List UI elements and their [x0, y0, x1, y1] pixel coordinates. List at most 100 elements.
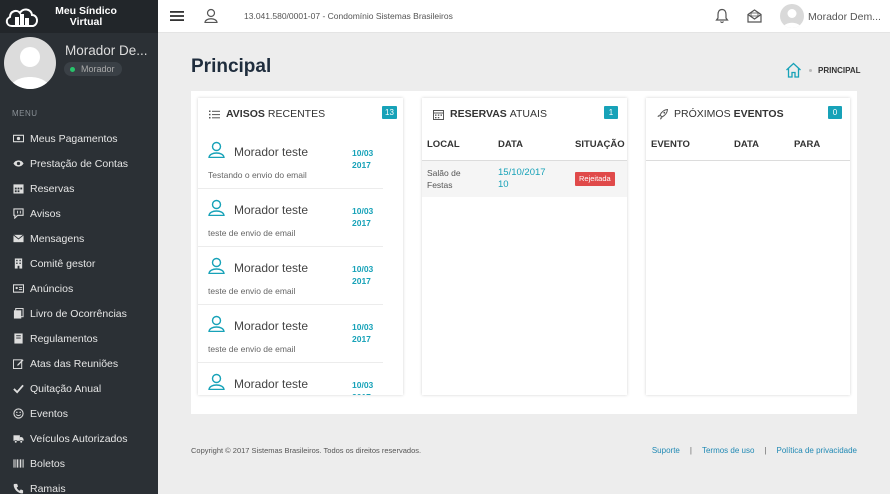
eventos-table: EVENTO DATA PARA [646, 130, 850, 161]
breadcrumb-separator [809, 68, 812, 72]
building-icon [12, 258, 25, 270]
calendar-icon [12, 183, 25, 195]
user-menu-name[interactable]: Morador Dem... [808, 11, 881, 23]
column-header-situacao[interactable]: SITUAÇÃO [570, 130, 627, 161]
sidebar-item-livro-de-ocorrencias[interactable]: Livro de Ocorrências [0, 301, 158, 326]
avatar[interactable] [4, 37, 56, 89]
reservas-title-bold: RESERVAS [450, 108, 507, 120]
calendar-icon [433, 109, 444, 120]
dashboard-panel: AVISOS RECENTES 13 Morador teste 10/03 20… [191, 91, 857, 414]
column-header-data[interactable]: DATA [729, 130, 789, 161]
column-header-data[interactable]: DATA [493, 130, 570, 161]
menu-title: MENU [12, 109, 38, 118]
sidebar-item-veiculos-autorizados[interactable]: Veículos Autorizados [0, 426, 158, 451]
user-silhouette-icon [10, 47, 50, 89]
check-icon [12, 383, 25, 395]
eventos-card: PRÓXIMOS EVENTOS 0 EVENTO DATA PARA [646, 98, 850, 395]
sidebar-item-anuncios[interactable]: Anúncios [0, 276, 158, 301]
sidebar-item-boletos[interactable]: Boletos [0, 451, 158, 476]
sidebar-item-mensagens[interactable]: Mensagens [0, 226, 158, 251]
sidebar-item-label: Mensagens [30, 232, 85, 245]
terms-link[interactable]: Termos de uso [702, 446, 754, 455]
column-header-local[interactable]: LOCAL [422, 130, 493, 161]
list-item[interactable]: Morador teste 10/03 2017 teste de envio d… [198, 305, 383, 363]
sidebar-item-label: Anúncios [30, 282, 74, 295]
sidebar-item-atas-das-reunioes[interactable]: Atas das Reuniões [0, 351, 158, 376]
column-header-evento[interactable]: EVENTO [646, 130, 729, 161]
sidebar-item-meus-pagamentos[interactable]: Meus Pagamentos [0, 126, 158, 151]
aviso-body: teste de envio de email [208, 344, 296, 354]
bell-icon[interactable] [715, 8, 729, 24]
brand[interactable]: Meu Síndico Virtual [0, 0, 158, 33]
eventos-title-bold: EVENTOS [733, 108, 784, 120]
avisos-count-badge: 13 [382, 106, 397, 119]
sidebar-item-quitacao-anual[interactable]: Quitação Anual [0, 376, 158, 401]
aviso-date: 10/03 2017 [352, 379, 382, 395]
home-icon[interactable] [785, 62, 802, 78]
aviso-date-year: 2017 [352, 276, 371, 286]
aviso-date-day: 10/03 [352, 264, 374, 274]
reservas-card: RESERVAS ATUAIS 1 LOCAL DATA SITUAÇÃO Sa… [422, 98, 627, 395]
aviso-date-year: 2017 [352, 334, 371, 344]
aviso-title: Morador teste [234, 203, 309, 217]
topbar: 13.041.580/0001-07 - Condomínio Sistemas… [158, 0, 890, 33]
envelope-icon [12, 233, 25, 245]
user-outline-icon [208, 315, 225, 332]
footer-copyright: Copyright © 2017 Sistemas Brasileiros. T… [191, 446, 422, 455]
sidebar-item-comite-gestor[interactable]: Comitê gestor [0, 251, 158, 276]
sidebar-item-label: Eventos [30, 407, 68, 420]
profile-role: Morador [81, 64, 115, 74]
sidebar-item-reservas[interactable]: Reservas [0, 176, 158, 201]
envelope-open-icon[interactable] [747, 9, 762, 23]
condominium-name[interactable]: 13.041.580/0001-07 - Condomínio Sistemas… [244, 11, 453, 21]
reservas-title-rest: ATUAIS [509, 108, 547, 120]
sidebar-item-label: Meus Pagamentos [30, 132, 118, 145]
sidebar-item-prestacao-de-contas[interactable]: Prestação de Contas [0, 151, 158, 176]
list-item[interactable]: Morador teste 10/03 2017 teste de envio d… [198, 189, 383, 247]
eventos-title-pre: PRÓXIMOS [674, 108, 731, 120]
list-item[interactable]: Morador teste 10/03 2017 [198, 363, 383, 395]
sidebar: Meu Síndico Virtual Morador De... Morado… [0, 0, 158, 494]
avisos-title-rest: RECENTES [267, 108, 326, 120]
reserva-local: Salão de Festas [422, 160, 493, 197]
profile-name: Morador De... [65, 43, 148, 58]
aviso-date: 10/03 2017 [352, 321, 382, 345]
breadcrumb-current: PRINCIPAL [818, 65, 861, 75]
sidebar-item-ramais[interactable]: Ramais [0, 476, 158, 494]
reserva-situacao-cell: Rejeitada [570, 160, 627, 197]
book-icon [12, 333, 25, 345]
list-item[interactable]: Morador teste 10/03 2017 teste de envio d… [198, 247, 383, 305]
column-header-para[interactable]: PARA [789, 130, 850, 161]
user-outline-icon[interactable] [204, 8, 218, 23]
reservas-table: LOCAL DATA SITUAÇÃO Salão de Festas 15/1… [422, 130, 627, 197]
hamburger-menu-icon[interactable] [170, 10, 184, 22]
user-outline-icon [208, 257, 225, 274]
aviso-title: Morador teste [234, 377, 309, 391]
sidebar-item-eventos[interactable]: Eventos [0, 401, 158, 426]
aviso-date-day: 10/03 [352, 380, 374, 390]
avisos-header: AVISOS RECENTES 13 [198, 98, 403, 130]
aviso-title: Morador teste [234, 319, 309, 333]
sidebar-item-label: Atas das Reuniões [30, 357, 119, 370]
sidebar-item-avisos[interactable]: Avisos [0, 201, 158, 226]
aviso-title: Morador teste [234, 261, 309, 275]
eventos-header: PRÓXIMOS EVENTOS 0 [646, 98, 850, 130]
footer-separator: | [764, 446, 767, 455]
reservas-count-badge: 1 [604, 106, 618, 119]
sidebar-item-label: Ramais [30, 482, 66, 494]
aviso-date-day: 10/03 [352, 148, 374, 158]
eventos-count-badge: 0 [828, 106, 842, 119]
aviso-body: teste de envio de email [208, 286, 296, 296]
sidebar-item-regulamentos[interactable]: Regulamentos [0, 326, 158, 351]
barcode-icon [12, 458, 25, 470]
smile-icon [12, 408, 25, 420]
support-link[interactable]: Suporte [652, 446, 680, 455]
page-title: Principal [191, 56, 272, 77]
avatar[interactable] [780, 4, 804, 28]
list-icon [209, 110, 220, 118]
breadcrumb: PRINCIPAL [785, 62, 861, 78]
privacy-policy-link[interactable]: Política de privacidade [777, 446, 858, 455]
table-row[interactable]: Salão de Festas 15/10/2017 10 Rejeitada [422, 160, 627, 197]
aviso-body: Testando o envio do email [208, 170, 307, 180]
list-item[interactable]: Morador teste 10/03 2017 Testando o envio… [198, 131, 383, 189]
